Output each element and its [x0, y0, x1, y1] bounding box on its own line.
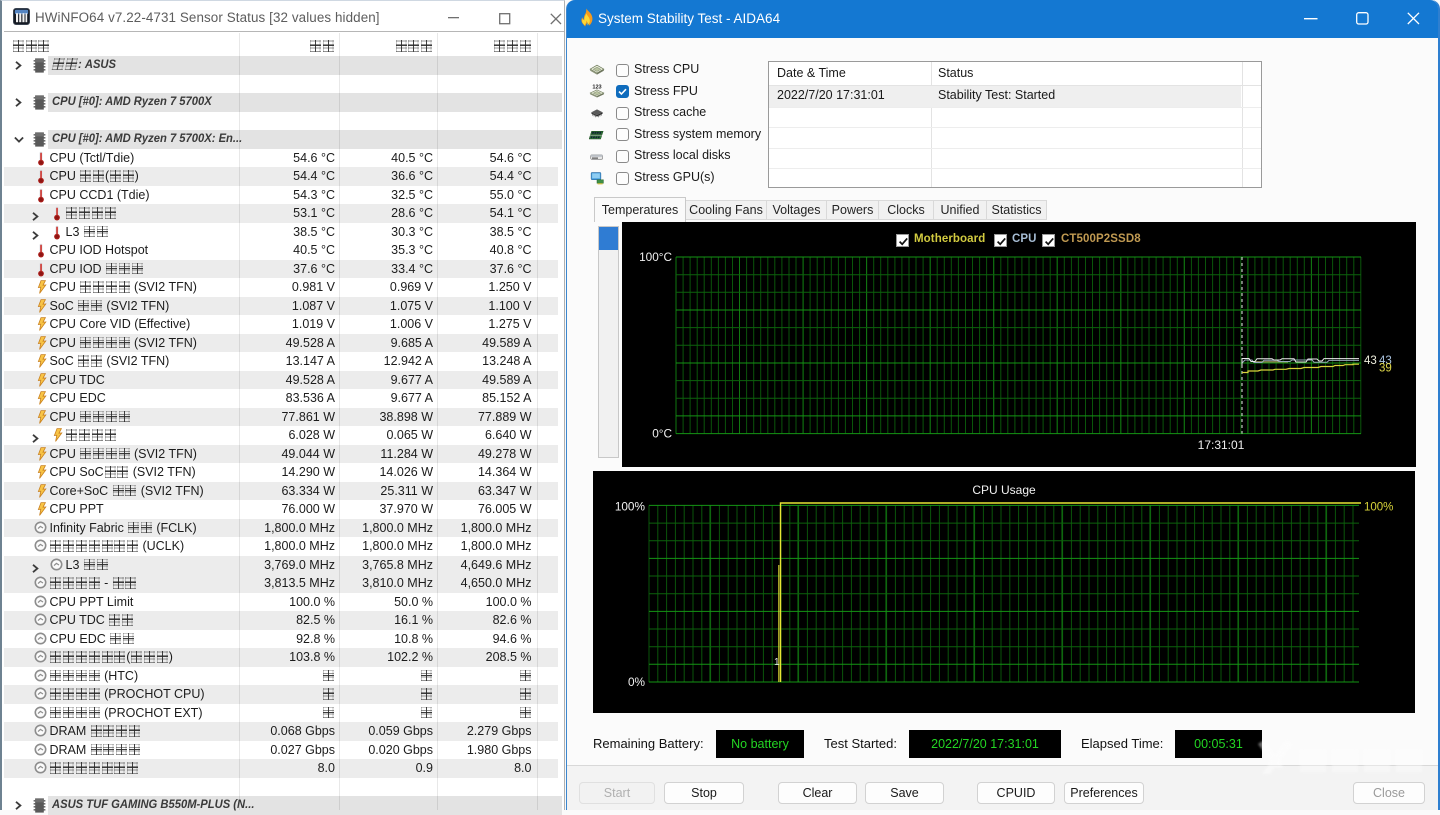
svg-text:100°C: 100°C: [639, 250, 672, 264]
svg-text:0°C: 0°C: [652, 427, 672, 441]
svg-text:100%: 100%: [615, 500, 646, 514]
svg-text:CPU Usage: CPU Usage: [972, 483, 1036, 497]
svg-text:0%: 0%: [628, 675, 646, 689]
svg-text:43: 43: [1364, 355, 1377, 367]
svg-text:17:31:01: 17:31:01: [1198, 438, 1245, 452]
svg-text:39: 39: [1379, 363, 1392, 375]
svg-text:1: 1: [774, 657, 780, 668]
svg-text:100%: 100%: [1364, 502, 1393, 514]
